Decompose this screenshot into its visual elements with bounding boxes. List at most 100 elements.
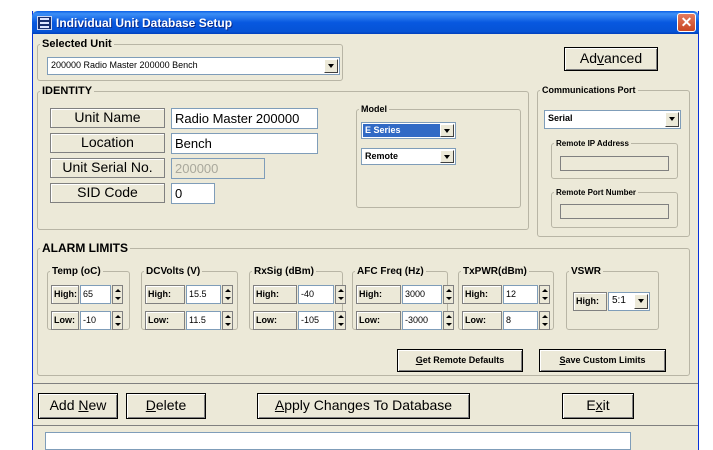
comms-legend: Communications Port bbox=[542, 85, 636, 95]
model-series-value: E Series bbox=[365, 125, 401, 135]
separator bbox=[33, 425, 698, 426]
alarm-high-input[interactable]: 12 bbox=[503, 285, 538, 304]
chevron-down-icon[interactable] bbox=[440, 124, 454, 137]
location-label: Location bbox=[50, 133, 165, 153]
chevron-down-icon[interactable] bbox=[665, 112, 679, 127]
spinner-arrows-icon[interactable] bbox=[335, 311, 346, 330]
title-bar[interactable]: Individual Unit Database Setup ✕ bbox=[32, 11, 699, 34]
chevron-down-icon[interactable] bbox=[324, 59, 338, 73]
advanced-label-key: v bbox=[596, 50, 604, 66]
comms-port-select[interactable]: Serial bbox=[544, 110, 681, 129]
alarm-group-title: RxSig (dBm) bbox=[254, 266, 314, 277]
unit-name-label: Unit Name bbox=[50, 108, 165, 128]
chevron-down-icon[interactable] bbox=[440, 150, 454, 163]
alarm-high-input[interactable]: 15.5 bbox=[186, 285, 221, 304]
vswr-legend: VSWR bbox=[571, 266, 601, 277]
remote-port-legend: Remote Port Number bbox=[556, 188, 637, 197]
save-custom-limits-button[interactable]: Save Custom Limits bbox=[539, 349, 666, 372]
selected-unit-value: 200000 Radio Master 200000 Bench bbox=[51, 60, 198, 70]
get-remote-defaults-button[interactable]: Get Remote Defaults bbox=[397, 349, 523, 372]
alarm-limits-legend: ALARM LIMITS bbox=[42, 241, 128, 255]
apply-key: A bbox=[274, 397, 285, 413]
identity-legend: IDENTITY bbox=[42, 85, 93, 97]
alarm-group-title: TxPWR(dBm) bbox=[463, 266, 527, 277]
save-custom-rest: ave Custom Limits bbox=[565, 355, 646, 365]
spinner-arrows-icon[interactable] bbox=[222, 285, 233, 304]
apply-rest: pply Changes To Database bbox=[284, 397, 453, 413]
alarm-low-label: Low: bbox=[253, 311, 297, 330]
vswr-high-label: High: bbox=[573, 292, 607, 311]
selected-unit-select[interactable]: 200000 Radio Master 200000 Bench bbox=[47, 57, 340, 75]
remote-ip-input[interactable] bbox=[560, 156, 669, 171]
location-input[interactable]: Bench bbox=[171, 133, 318, 154]
alarm-high-label: High: bbox=[51, 285, 79, 304]
status-field bbox=[45, 432, 631, 450]
delete-rest: elete bbox=[155, 397, 187, 413]
delete-button[interactable]: Delete bbox=[126, 393, 206, 419]
separator bbox=[33, 383, 698, 384]
spinner-arrows-icon[interactable] bbox=[443, 311, 454, 330]
alarm-low-input[interactable]: -3000 bbox=[402, 311, 442, 330]
alarm-low-input[interactable]: -10 bbox=[80, 311, 111, 330]
app-icon bbox=[37, 16, 52, 30]
spinner-arrows-icon[interactable] bbox=[112, 311, 123, 330]
model-mode-select[interactable]: Remote bbox=[361, 148, 456, 165]
delete-key: D bbox=[145, 397, 156, 413]
remote-port-input[interactable] bbox=[560, 204, 669, 219]
spinner-arrows-icon[interactable] bbox=[222, 311, 233, 330]
sid-input[interactable]: 0 bbox=[171, 183, 215, 204]
alarm-high-label: High: bbox=[145, 285, 185, 304]
get-defaults-key: G bbox=[415, 355, 423, 365]
advanced-button[interactable]: Advanced bbox=[564, 47, 658, 71]
selected-unit-legend: Selected Unit bbox=[42, 38, 112, 50]
alarm-low-label: Low: bbox=[51, 311, 79, 330]
alarm-high-input[interactable]: 3000 bbox=[402, 285, 442, 304]
add-new-pre: Add bbox=[49, 397, 79, 413]
close-button[interactable]: ✕ bbox=[677, 13, 696, 32]
get-defaults-rest: et Remote Defaults bbox=[422, 355, 505, 365]
vswr-select[interactable]: 5:1 bbox=[608, 292, 650, 311]
serial-label: Unit Serial No. bbox=[50, 158, 165, 178]
model-mode-value: Remote bbox=[365, 151, 399, 161]
alarm-low-label: Low: bbox=[356, 311, 401, 330]
alarm-low-input[interactable]: 11.5 bbox=[186, 311, 221, 330]
sid-label: SID Code bbox=[50, 183, 165, 203]
remote-ip-legend: Remote IP Address bbox=[556, 139, 629, 148]
add-new-button[interactable]: Add New bbox=[38, 393, 118, 419]
unit-name-input[interactable]: Radio Master 200000 bbox=[171, 108, 318, 129]
alarm-high-input[interactable]: 65 bbox=[80, 285, 111, 304]
advanced-label-post: anced bbox=[603, 50, 643, 66]
alarm-group-title: AFC Freq (Hz) bbox=[357, 266, 424, 277]
advanced-label-pre: Ad bbox=[579, 50, 597, 66]
add-new-post: ew bbox=[88, 397, 107, 413]
add-new-key: N bbox=[78, 397, 89, 413]
close-icon: ✕ bbox=[680, 14, 693, 30]
alarm-high-label: High: bbox=[462, 285, 502, 304]
alarm-group-title: DCVolts (V) bbox=[146, 266, 201, 277]
exit-key: x bbox=[595, 397, 603, 413]
exit-pre: E bbox=[586, 397, 596, 413]
alarm-high-label: High: bbox=[356, 285, 401, 304]
alarm-high-input[interactable]: -40 bbox=[298, 285, 334, 304]
exit-post: it bbox=[602, 397, 610, 413]
model-series-select[interactable]: E Series bbox=[361, 122, 456, 139]
spinner-arrows-icon[interactable] bbox=[335, 285, 346, 304]
serial-input: 200000 bbox=[171, 158, 265, 179]
spinner-arrows-icon[interactable] bbox=[443, 285, 454, 304]
exit-button[interactable]: Exit bbox=[562, 393, 634, 419]
comms-port-value: Serial bbox=[548, 113, 573, 123]
alarm-low-label: Low: bbox=[145, 311, 185, 330]
alarm-low-input[interactable]: 8 bbox=[503, 311, 538, 330]
window-title: Individual Unit Database Setup bbox=[56, 16, 233, 30]
spinner-arrows-icon[interactable] bbox=[539, 311, 550, 330]
chevron-down-icon[interactable] bbox=[634, 294, 648, 309]
apply-changes-button[interactable]: Apply Changes To Database bbox=[257, 393, 470, 419]
alarm-low-input[interactable]: -105 bbox=[298, 311, 334, 330]
spinner-arrows-icon[interactable] bbox=[539, 285, 550, 304]
alarm-low-label: Low: bbox=[462, 311, 502, 330]
alarm-high-label: High: bbox=[253, 285, 297, 304]
alarm-group-title: Temp (oC) bbox=[52, 266, 101, 277]
vswr-value: 5:1 bbox=[612, 295, 626, 306]
model-legend: Model bbox=[361, 104, 387, 114]
spinner-arrows-icon[interactable] bbox=[112, 285, 123, 304]
